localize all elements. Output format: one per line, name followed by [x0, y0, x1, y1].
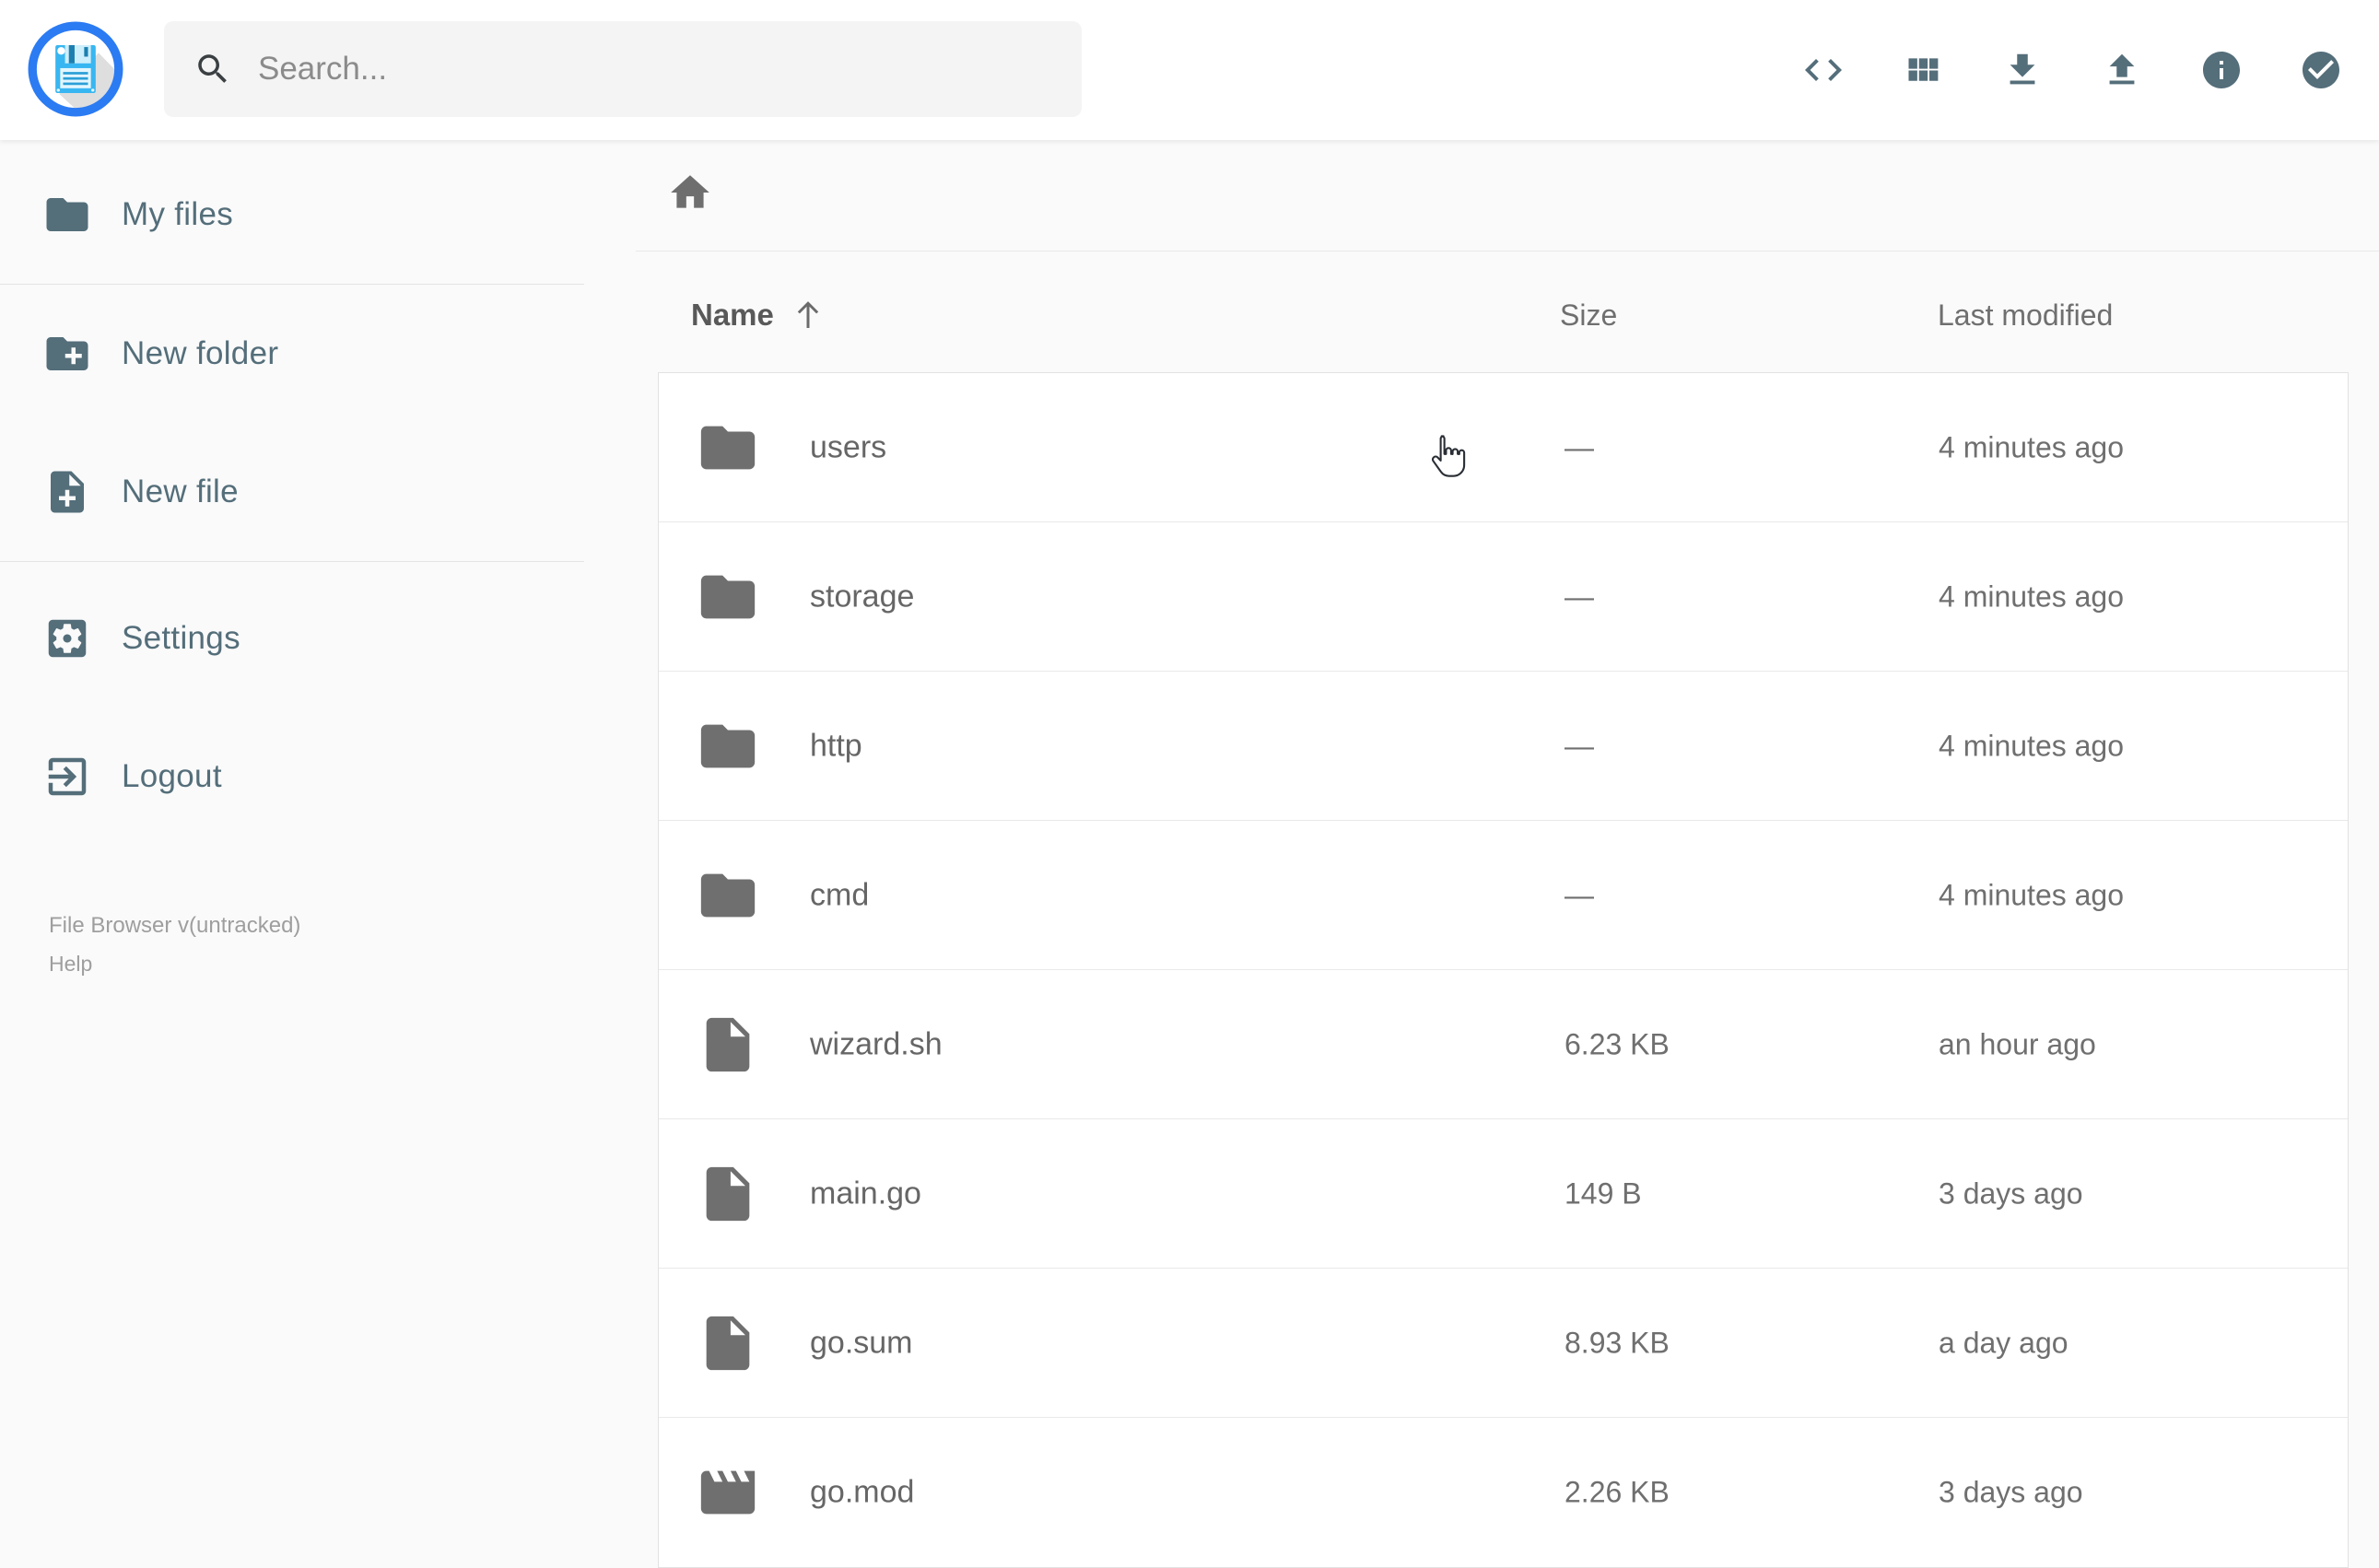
- shell-button[interactable]: [1801, 49, 1845, 92]
- check-circle-icon: [2299, 48, 2343, 92]
- sidebar-item-new-file[interactable]: New file: [0, 423, 584, 561]
- file-row-cmd[interactable]: cmd — 4 minutes ago: [659, 821, 2348, 970]
- file-listing-area: Name Size Last modified users — 4 minute…: [584, 140, 2379, 1568]
- sidebar-divider: [0, 561, 584, 562]
- folder-icon: [696, 415, 760, 480]
- sidebar-footer: File Browser v(untracked) Help: [49, 912, 300, 977]
- search-input[interactable]: [258, 41, 1082, 97]
- home-icon: [667, 170, 713, 216]
- file-row-http[interactable]: http — 4 minutes ago: [659, 672, 2348, 821]
- upload-icon: [2101, 49, 2143, 91]
- folder-icon: [696, 714, 760, 778]
- code-icon: [1801, 48, 1846, 92]
- folder-plus-icon: [42, 329, 92, 379]
- file-row-storage[interactable]: storage — 4 minutes ago: [659, 522, 2348, 672]
- grid-view-icon: [1902, 50, 1943, 91]
- file-row-go-sum[interactable]: go.sum 8.93 KB a day ago: [659, 1269, 2348, 1418]
- file-icon: [696, 1162, 760, 1226]
- download-icon: [2001, 49, 2044, 91]
- floppy-disk-icon: [28, 21, 123, 117]
- arrow-up-icon: [789, 296, 827, 334]
- listing-header: Name Size Last modified: [584, 287, 2379, 343]
- topbar-actions: [1801, 0, 2342, 140]
- file-row-main-go[interactable]: main.go 149 B 3 days ago: [659, 1119, 2348, 1269]
- sidebar: My files New folder New file Settings Lo…: [0, 140, 584, 1529]
- sidebar-item-label: Logout: [122, 758, 222, 794]
- column-header-size[interactable]: Size: [1560, 287, 1617, 343]
- sidebar-item-settings[interactable]: Settings: [0, 569, 584, 708]
- file-row-users[interactable]: users — 4 minutes ago: [659, 373, 2348, 522]
- folder-icon: [696, 565, 760, 629]
- breadcrumb-divider: [636, 251, 2379, 252]
- breadcrumb-home-button[interactable]: [667, 170, 713, 216]
- file-row-wizard-sh[interactable]: wizard.sh 6.23 KB an hour ago: [659, 970, 2348, 1119]
- logout-icon: [42, 752, 92, 802]
- search-bar[interactable]: [164, 21, 1082, 117]
- help-link[interactable]: Help: [49, 952, 300, 977]
- info-button[interactable]: [2199, 49, 2243, 92]
- column-header-modified[interactable]: Last modified: [1938, 287, 2113, 343]
- sidebar-item-label: Settings: [122, 620, 240, 656]
- sidebar-item-label: My files: [122, 196, 234, 232]
- info-icon: [2199, 48, 2244, 92]
- file-row-go-mod[interactable]: go.mod 2.26 KB 3 days ago: [659, 1418, 2348, 1567]
- folder-icon: [42, 190, 92, 240]
- column-header-name[interactable]: Name: [691, 287, 827, 343]
- version-link[interactable]: File Browser v(untracked): [49, 912, 300, 940]
- topbar: [0, 0, 2379, 140]
- sidebar-item-new-folder[interactable]: New folder: [0, 285, 584, 423]
- app-logo-button[interactable]: [28, 21, 123, 117]
- sidebar-item-label: New file: [122, 474, 239, 509]
- switch-view-button[interactable]: [1901, 49, 1944, 92]
- file-icon: [696, 1311, 760, 1375]
- file-icon: [696, 1012, 760, 1077]
- folder-icon: [696, 863, 760, 928]
- file-plus-icon: [42, 467, 92, 517]
- sidebar-item-logout[interactable]: Logout: [0, 708, 584, 846]
- download-button[interactable]: [2000, 49, 2044, 92]
- search-icon: [193, 50, 232, 88]
- upload-button[interactable]: [2100, 49, 2143, 92]
- file-list: users — 4 minutes ago storage — 4 minute…: [658, 372, 2349, 1568]
- sidebar-item-label: New folder: [122, 335, 279, 371]
- movie-icon: [696, 1460, 760, 1525]
- gear-icon: [42, 614, 92, 663]
- sidebar-item-my-files[interactable]: My files: [0, 146, 584, 284]
- select-multiple-button[interactable]: [2299, 49, 2342, 92]
